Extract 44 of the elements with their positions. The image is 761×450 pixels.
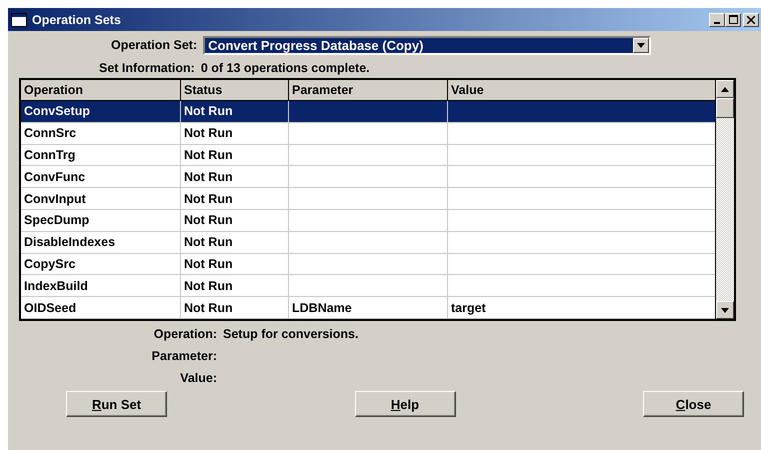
table-row[interactable]: OIDSeed Not Run LDBName target	[21, 297, 715, 319]
operation-set-label: Operation Set:	[111, 38, 198, 52]
table-row[interactable]: DisableIndexes Not Run	[21, 232, 715, 254]
table-cell: Not Run	[184, 213, 233, 228]
set-information-text: 0 of 13 operations complete.	[200, 61, 370, 75]
table-row[interactable]: ConvSetup Not Run	[21, 101, 715, 123]
window-title: Operation Sets	[32, 12, 121, 26]
set-information-label: Set Information:	[99, 61, 195, 75]
table-cell: SpecDump	[24, 213, 90, 228]
table-row[interactable]: ConnTrg Not Run	[21, 144, 715, 166]
table-cell: Not Run	[184, 170, 233, 184]
dialog-button[interactable]: Help	[354, 391, 456, 417]
operation-set-dropdown[interactable]: Convert Progress Database (Copy)	[203, 36, 652, 54]
table-cell: ConvSetup	[24, 104, 90, 118]
table-row[interactable]: ConnSrc Not Run	[21, 122, 715, 145]
detail-label: Operation:	[152, 327, 217, 341]
table-cell: Not Run	[184, 148, 233, 162]
table-cell: ConnSrc	[24, 126, 76, 140]
table-row[interactable]: CopySrc Not Run	[21, 254, 715, 276]
table-cell: Not Run	[184, 104, 233, 118]
table-cell: ConvFunc	[24, 170, 86, 184]
table-row[interactable]: IndexBuild Not Run	[21, 275, 715, 298]
table-cell: CopySrc	[24, 256, 76, 271]
detail-label: Parameter:	[150, 349, 217, 363]
table-cell: target	[451, 300, 486, 315]
table-row[interactable]: ConvInput Not Run	[21, 188, 715, 210]
table-row[interactable]: ConvFunc Not Run	[21, 166, 715, 188]
table-cell: LDBName	[292, 300, 352, 315]
detail-text: Setup for conversions.	[223, 327, 358, 341]
table-cell: Not Run	[184, 235, 233, 250]
table-cell: ConvInput	[24, 192, 86, 206]
table-cell: Not Run	[184, 192, 233, 206]
dialog-button[interactable]: Run Set	[66, 391, 167, 417]
table-cell: Not Run	[184, 278, 233, 293]
table-cell: IndexBuild	[24, 278, 88, 293]
table-cell: ConnTrg	[24, 148, 76, 162]
table-cell: Not Run	[184, 126, 233, 140]
table-cell: Not Run	[184, 256, 233, 271]
table-cell: OIDSeed	[24, 300, 76, 315]
table-cell: DisableIndexes	[24, 235, 116, 250]
detail-label: Value:	[179, 371, 217, 385]
dialog-button[interactable]: Close	[643, 391, 744, 417]
table-row[interactable]: SpecDump Not Run	[21, 210, 715, 232]
table-cell: Not Run	[184, 300, 233, 315]
